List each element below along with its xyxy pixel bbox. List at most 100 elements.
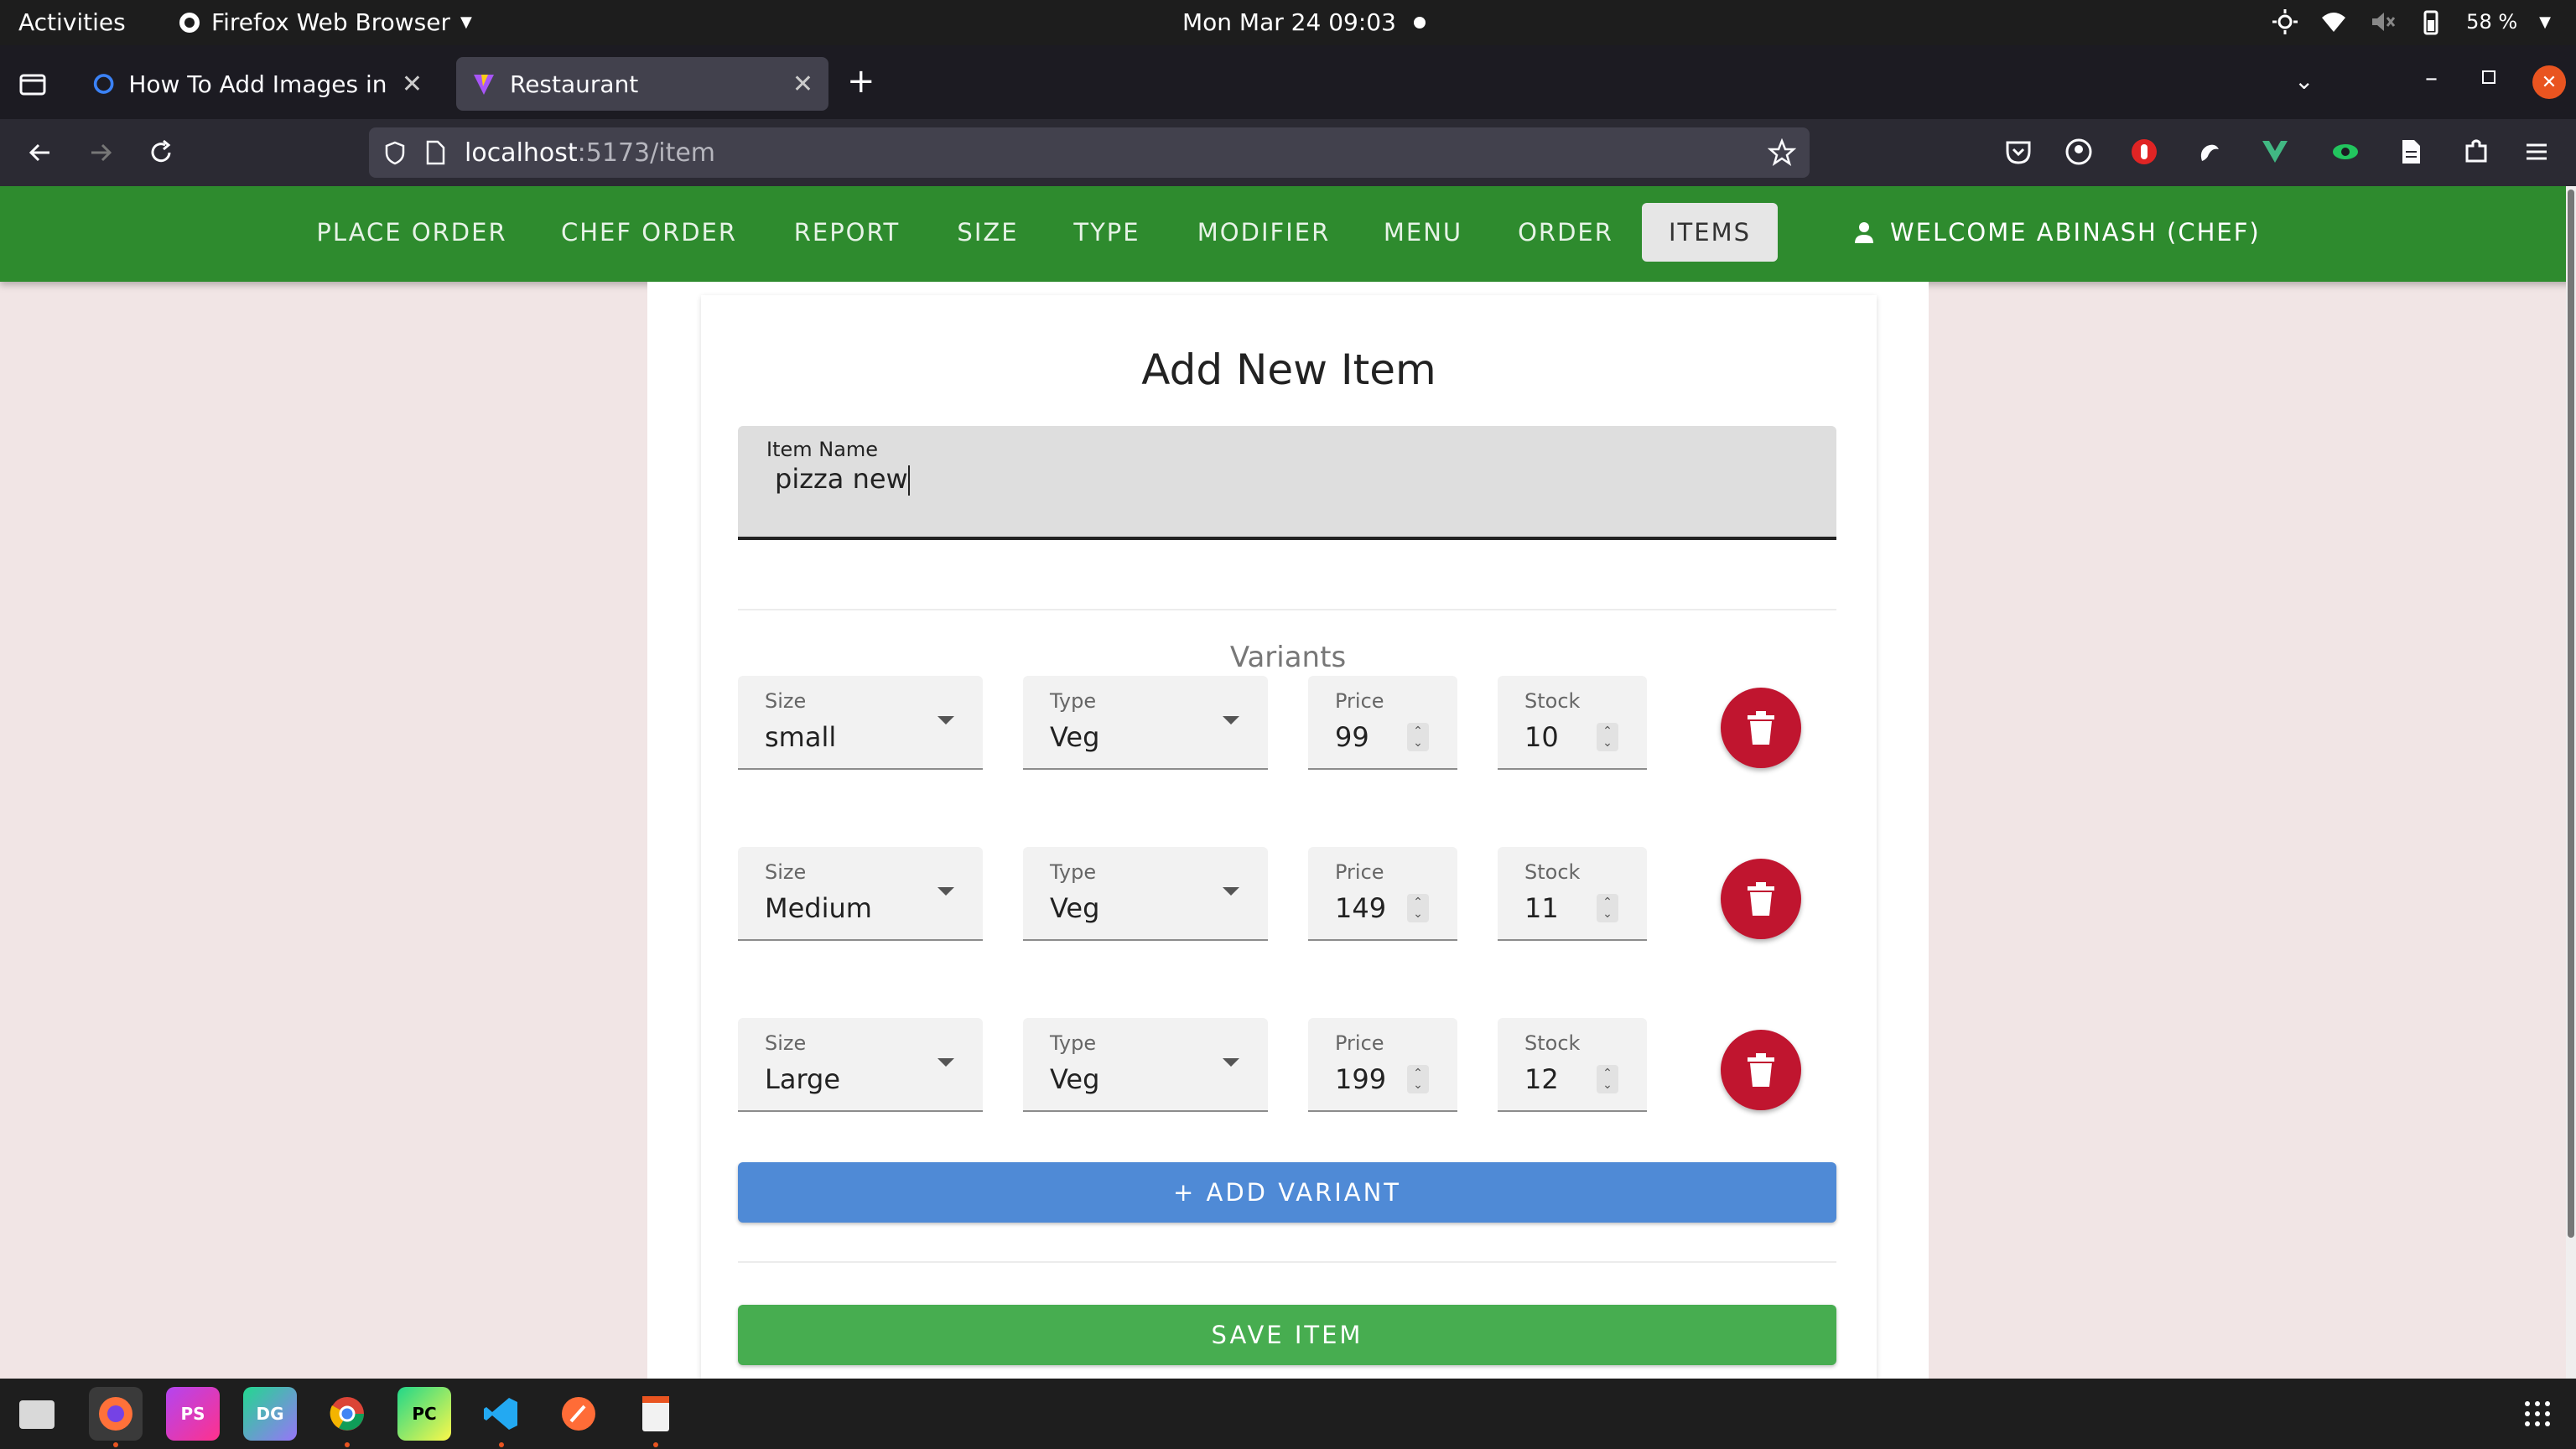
account-icon[interactable] (2064, 138, 2093, 166)
url-path: :5173/item (577, 138, 716, 168)
user-welcome[interactable]: WELCOME ABINASH (CHEF) (1852, 203, 2261, 262)
variants-heading: Variants (1229, 641, 1347, 674)
welcome-text: WELCOME ABINASH (CHEF) (1890, 218, 2261, 247)
divider (738, 1261, 1836, 1263)
variant-stock-input[interactable]: Stock 12 ⌃ ⌄ (1498, 1018, 1647, 1112)
firefox-dock-icon[interactable] (89, 1387, 143, 1441)
back-button[interactable] (22, 134, 59, 171)
forward-button[interactable] (82, 134, 119, 171)
variant-price-input[interactable]: Price 99 ⌃ ⌄ (1308, 676, 1457, 770)
navigation-toolbar: localhost:5173/item (0, 119, 2576, 186)
variant-size-select[interactable]: Size Medium (738, 847, 983, 941)
app-menu-label: Firefox Web Browser (211, 8, 450, 36)
menu-place-order[interactable]: PLACE ORDER (299, 203, 525, 262)
delete-variant-button[interactable] (1721, 688, 1801, 768)
loading-icon (93, 74, 114, 94)
menu-type[interactable]: TYPE (1058, 203, 1156, 262)
menu-icon[interactable] (2522, 138, 2551, 166)
number-spinner-icon[interactable]: ⌃ ⌄ (1407, 894, 1429, 922)
dropdown-arrow-icon (937, 1058, 954, 1067)
tab-overview-icon[interactable] (18, 69, 47, 97)
add-variant-button[interactable]: + ADD VARIANT (738, 1162, 1836, 1223)
dropdown-arrow-icon (937, 716, 954, 724)
menu-order[interactable]: ORDER (1503, 203, 1628, 262)
extension-vue-icon[interactable] (2261, 138, 2289, 166)
menu-menu[interactable]: MENU (1372, 203, 1474, 262)
item-name-field[interactable]: Item Name pizza new (738, 426, 1836, 540)
number-spinner-icon[interactable]: ⌃ ⌄ (1407, 723, 1429, 751)
type-label: Type (1050, 860, 1097, 884)
save-item-button[interactable]: SAVE ITEM (738, 1305, 1836, 1365)
extension-eye-icon[interactable] (2331, 138, 2360, 166)
trash-icon (1748, 882, 1774, 916)
number-spinner-icon[interactable]: ⌃ ⌄ (1597, 723, 1618, 751)
page-scrollbar[interactable] (2566, 186, 2576, 1379)
menu-modifier[interactable]: MODIFIER (1184, 203, 1343, 262)
variant-price-input[interactable]: Price 149 ⌃ ⌄ (1308, 847, 1457, 941)
extension-gnome-icon[interactable] (2195, 138, 2224, 166)
variant-type-select[interactable]: Type Veg (1023, 676, 1268, 770)
item-name-input[interactable]: pizza new (775, 463, 910, 496)
show-apps-icon[interactable] (2511, 1387, 2564, 1441)
size-value: Medium (765, 892, 872, 924)
running-indicator (345, 1442, 350, 1447)
variant-price-input[interactable]: Price 199 ⌃ ⌄ (1308, 1018, 1457, 1112)
minimize-button[interactable]: – (2425, 64, 2438, 93)
app-menu[interactable]: Firefox Web Browser ▼ (178, 8, 472, 36)
close-window-button[interactable]: ✕ (2532, 65, 2566, 99)
reload-button[interactable] (143, 134, 179, 171)
stock-value: 11 (1524, 892, 1559, 924)
variant-size-select[interactable]: Size small (738, 676, 983, 770)
tab-restaurant[interactable]: Restaurant ✕ (456, 57, 828, 111)
shield-icon (385, 141, 405, 165)
postman-icon[interactable] (552, 1387, 605, 1441)
clock[interactable]: Mon Mar 24 09:03 (1182, 8, 1396, 36)
variant-type-select[interactable]: Type Veg (1023, 847, 1268, 941)
url-host: localhost (465, 138, 578, 168)
number-spinner-icon[interactable]: ⌃ ⌄ (1597, 894, 1618, 922)
price-label: Price (1335, 1031, 1384, 1055)
menu-items[interactable]: ITEMS (1642, 203, 1778, 262)
text-editor-icon[interactable] (629, 1387, 683, 1441)
menu-report[interactable]: REPORT (778, 203, 916, 262)
variant-stock-input[interactable]: Stock 10 ⌃ ⌄ (1498, 676, 1647, 770)
text-caret (907, 465, 910, 496)
number-spinner-icon[interactable]: ⌃ ⌄ (1407, 1065, 1429, 1093)
datagrip-icon[interactable]: DG (243, 1387, 297, 1441)
delete-variant-button[interactable] (1721, 859, 1801, 939)
list-all-tabs-icon[interactable]: ⌄ (2294, 67, 2314, 95)
close-tab-icon[interactable]: ✕ (402, 70, 423, 99)
activities-button[interactable]: Activities (18, 8, 126, 36)
variant-size-select[interactable]: Size Large (738, 1018, 983, 1112)
menu-chef-order[interactable]: CHEF ORDER (548, 203, 750, 262)
vscode-icon[interactable] (475, 1387, 528, 1441)
extension-doc-icon[interactable] (2397, 138, 2425, 166)
page-icon (426, 140, 445, 165)
size-label: Size (765, 689, 807, 713)
close-tab-icon[interactable]: ✕ (792, 70, 813, 99)
type-value: Veg (1050, 721, 1100, 753)
scrollbar-thumb[interactable] (2568, 190, 2574, 1238)
pycharm-icon[interactable]: PC (397, 1387, 451, 1441)
files-icon[interactable] (10, 1387, 64, 1441)
firefox-icon (179, 12, 200, 33)
chrome-icon[interactable] (320, 1387, 374, 1441)
tab-docs[interactable]: How To Add Images in Ma ✕ (77, 57, 438, 111)
restore-button[interactable] (2482, 70, 2496, 84)
variant-stock-input[interactable]: Stock 11 ⌃ ⌄ (1498, 847, 1647, 941)
variant-type-select[interactable]: Type Veg (1023, 1018, 1268, 1112)
extension-red-hand-icon[interactable] (2130, 138, 2158, 166)
menu-size[interactable]: SIZE (944, 203, 1031, 262)
extensions-icon[interactable] (2462, 138, 2490, 166)
star-icon[interactable] (1768, 138, 1796, 167)
dropdown-arrow-icon (1223, 887, 1239, 896)
system-tray[interactable]: 58 % ▼ (2272, 8, 2551, 35)
delete-variant-button[interactable] (1721, 1030, 1801, 1110)
phpstorm-icon[interactable]: PS (166, 1387, 220, 1441)
pocket-icon[interactable] (2004, 138, 2033, 166)
running-indicator (499, 1442, 504, 1447)
address-bar[interactable]: localhost:5173/item (369, 127, 1810, 178)
new-tab-button[interactable]: + (847, 62, 875, 101)
running-indicator (653, 1442, 658, 1447)
number-spinner-icon[interactable]: ⌃ ⌄ (1597, 1065, 1618, 1093)
